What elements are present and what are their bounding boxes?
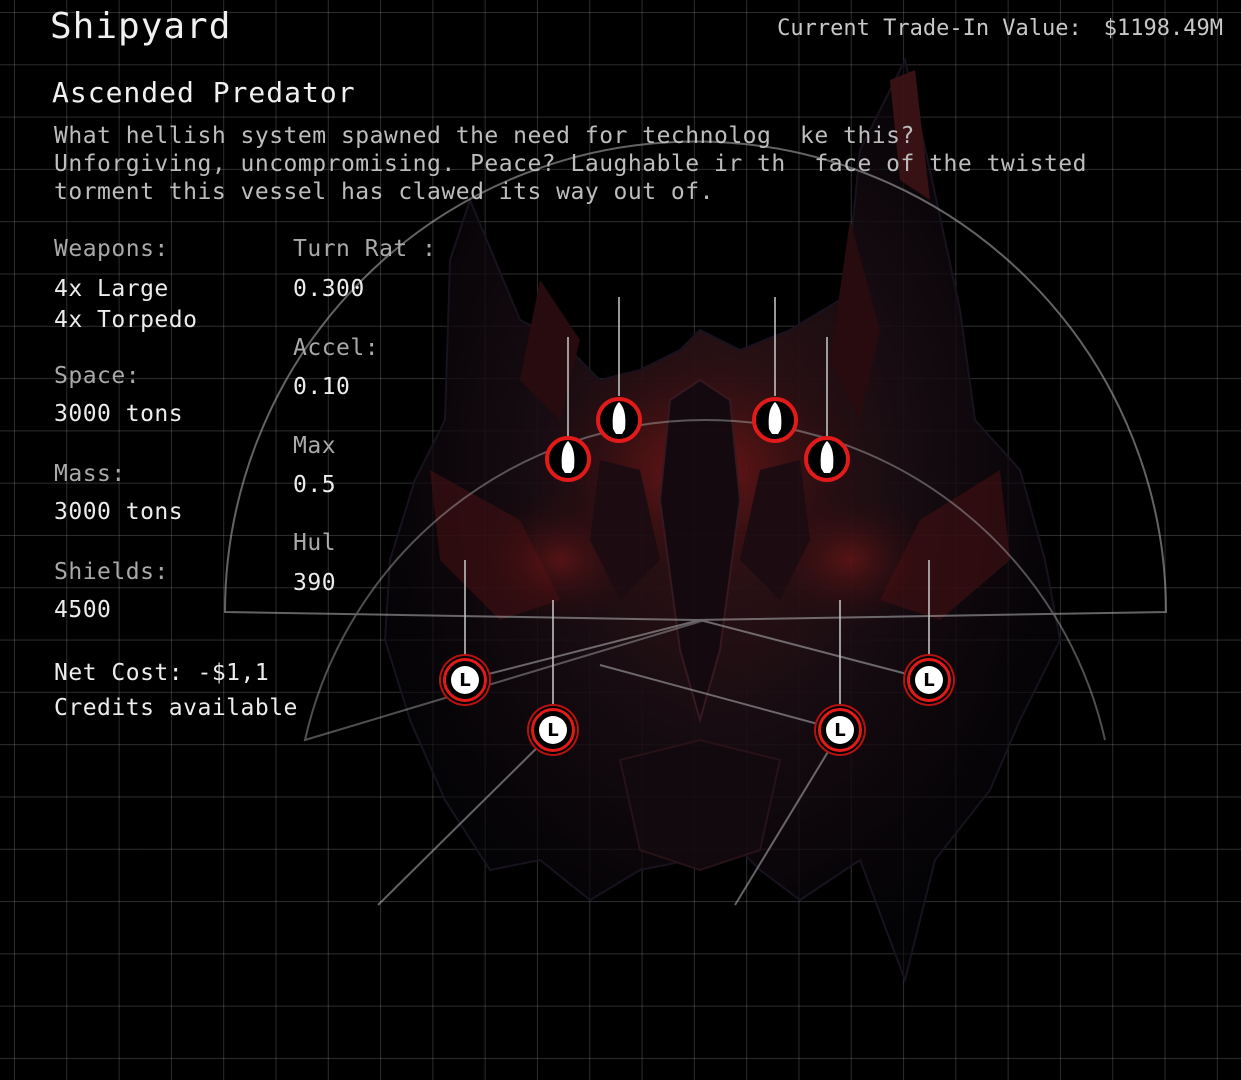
weapons-value-large: 4x Large	[54, 276, 169, 302]
large-weapon-icon: L	[451, 666, 479, 694]
torpedo-hardpoint[interactable]	[804, 436, 850, 482]
trade-in-amount: $1198.49M	[1103, 16, 1223, 41]
torpedo-hardpoint[interactable]	[596, 397, 642, 443]
large-hardpoint[interactable]: L	[907, 658, 951, 702]
credits-available: Credits available	[54, 695, 298, 721]
large-hardpoint[interactable]: L	[443, 658, 487, 702]
large-hardpoint[interactable]: L	[818, 708, 862, 752]
mass-label: Mass:	[54, 461, 126, 487]
large-weapon-icon: L	[539, 716, 567, 744]
space-label: Space:	[54, 363, 141, 389]
weapons-value-torpedo: 4x Torpedo	[54, 307, 198, 333]
accel-label: Accel:	[293, 335, 380, 361]
page-title: Shipyard	[50, 6, 232, 47]
ship-description: What hellish system spawned the need for…	[54, 123, 1087, 205]
net-cost: Net Cost: -$1,1	[54, 660, 270, 686]
turn-rate-value: 0.300	[293, 276, 365, 302]
shields-label: Shields:	[54, 559, 169, 585]
torpedo-hardpoint[interactable]	[752, 397, 798, 443]
accel-value: 0.10	[293, 374, 351, 400]
trade-in-label: Current Trade-In Value:	[777, 16, 1082, 41]
hull-value: 390	[293, 570, 337, 596]
trade-in-value: Current Trade-In Value: $1198.49M	[777, 16, 1223, 41]
large-hardpoint[interactable]: L	[531, 708, 575, 752]
space-value: 3000 tons	[54, 401, 184, 427]
large-weapon-icon: L	[915, 666, 943, 694]
large-weapon-icon: L	[826, 716, 854, 744]
hull-label: Hul	[293, 530, 337, 556]
shields-value: 4500	[54, 597, 112, 623]
mass-value: 3000 tons	[54, 499, 184, 525]
max-speed-value: 0.5	[293, 472, 337, 498]
torpedo-hardpoint[interactable]	[545, 436, 591, 482]
turn-rate-label: Turn Rat :	[293, 236, 437, 262]
ship-name: Ascended Predator	[52, 76, 356, 109]
weapons-label: Weapons:	[54, 236, 169, 262]
max-speed-label: Max	[293, 433, 337, 459]
